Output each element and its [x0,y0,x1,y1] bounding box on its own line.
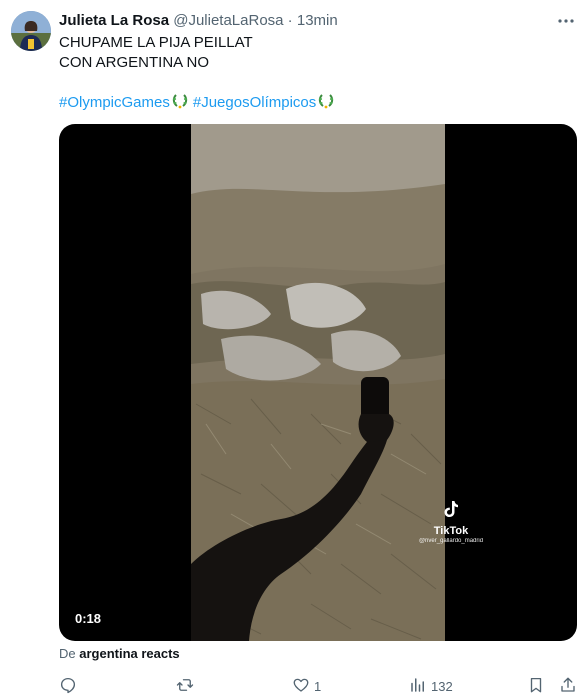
source-prefix: De [59,646,80,661]
tweet-time[interactable]: 13min [297,12,338,29]
bookmark-button[interactable] [527,676,545,696]
action-bar: 1 132 [59,676,579,696]
video-duration: 0:18 [75,611,102,626]
retweet-button[interactable] [176,676,198,696]
share-button[interactable] [559,676,577,696]
video-player[interactable]: TikTok @river_gallardo_madrid 0:18 [59,124,577,641]
like-button[interactable]: 1 [292,676,321,696]
views-count: 132 [431,678,453,694]
source-attribution: De argentina reacts [59,645,180,663]
source-link[interactable]: argentina reacts [79,646,179,661]
views-icon [409,676,427,697]
video-frame [191,124,445,641]
bookmark-icon [527,676,545,697]
laurel-icon [171,92,189,110]
share-icon [559,676,577,697]
like-icon [292,676,310,697]
reply-button[interactable] [59,676,81,696]
tiktok-label: TikTok [433,525,469,537]
tweet-text-line: CON ARGENTINA NO [59,54,210,71]
laurel-icon [317,92,335,110]
hashtag-juegos-olimpicos[interactable]: #JuegosOlímpicos [193,94,316,111]
reply-icon [59,676,77,697]
hashtags: #OlympicGames #JuegosOlímpicos [59,92,339,113]
author-name[interactable]: Julieta La Rosa [59,12,169,29]
retweet-icon [176,676,194,697]
tweet-text-line: CHUPAME LA PIJA PEILLAT [59,34,253,51]
like-count: 1 [314,678,322,694]
tweet-header: Julieta La Rosa @JulietaLaRosa · 13min [59,11,574,31]
tweet-text: CHUPAME LA PIJA PEILLAT CON ARGENTINA NO [59,33,559,73]
author-handle[interactable]: @JulietaLaRosa [173,12,283,29]
hashtag-olympic-games[interactable]: #OlympicGames [59,94,170,111]
tiktok-watermark: TikTok @river_gallardo_madrid [411,500,491,544]
more-icon[interactable] [556,12,576,30]
separator-dot: · [283,12,297,29]
tiktok-username: @river_gallardo_madrid [418,538,484,544]
avatar[interactable] [11,11,51,51]
views-button[interactable]: 132 [409,676,453,696]
tiktok-icon [443,501,459,522]
